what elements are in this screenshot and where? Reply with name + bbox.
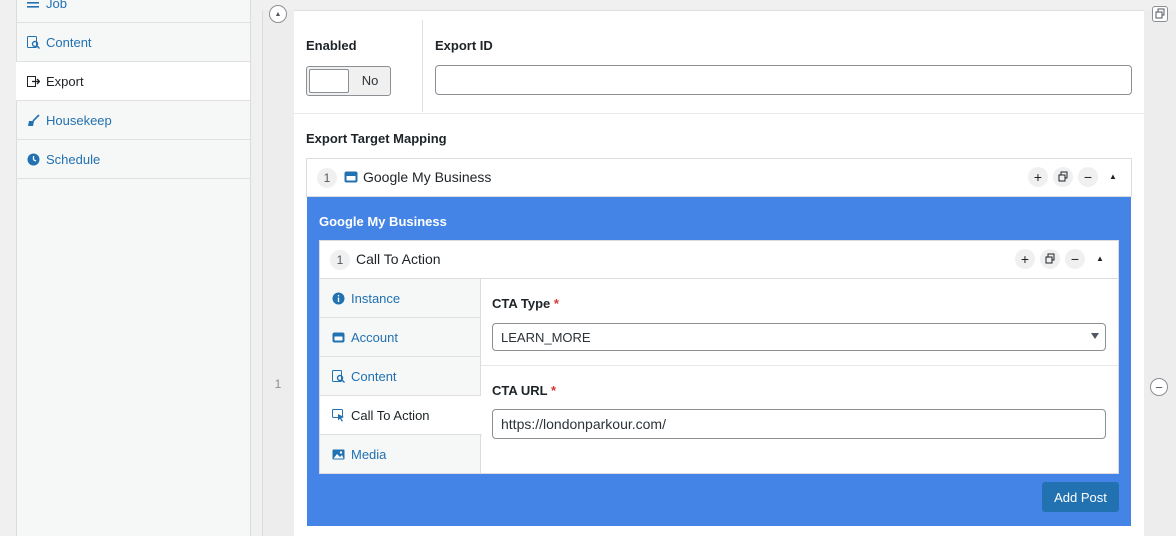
duplicate-target-button[interactable] [1053, 167, 1073, 187]
nav-item-schedule[interactable]: Schedule [16, 140, 250, 179]
target-title: Google My Business [363, 169, 492, 185]
account-card-icon [344, 170, 358, 184]
duplicate-icon [1155, 8, 1165, 19]
tab-call-to-action[interactable]: Call To Action [320, 396, 482, 435]
nav-item-job[interactable]: Job [16, 0, 250, 23]
enabled-toggle[interactable]: No [306, 66, 391, 96]
cta-url-label-text: CTA URL [492, 383, 548, 398]
duplicate-row-button[interactable] [1152, 6, 1168, 22]
remove-target-button[interactable]: − [1078, 167, 1098, 187]
account-card-icon [332, 331, 345, 344]
row-index: 1 [274, 377, 282, 391]
export-icon [26, 74, 40, 88]
cta-type-value: LEARN_MORE [501, 329, 591, 345]
cta-type-select[interactable]: LEARN_MORE [492, 323, 1106, 351]
tab-label: Content [351, 368, 397, 384]
collapse-target-button[interactable]: ▲ [1103, 167, 1123, 187]
search-doc-icon [26, 35, 40, 49]
export-id-label: Export ID [435, 38, 493, 53]
cta-title: Call To Action [356, 251, 441, 267]
cta-type-label-text: CTA Type [492, 296, 551, 311]
mapping-label: Export Target Mapping [306, 131, 447, 146]
nav-item-label: Housekeep [46, 112, 112, 128]
minus-icon: − [1155, 379, 1163, 395]
field-divider [481, 365, 1118, 366]
nav-item-label: Schedule [46, 151, 101, 167]
broom-icon [26, 113, 40, 127]
duplicate-cta-button[interactable] [1040, 249, 1060, 269]
tab-instance[interactable]: Instance [320, 279, 481, 318]
tab-media[interactable]: Media [320, 435, 481, 474]
export-id-input[interactable] [435, 65, 1132, 95]
search-doc-icon [332, 369, 345, 383]
nav-item-label: Export [46, 73, 84, 89]
cta-url-label: CTA URL * [492, 383, 556, 398]
nav-item-label: Job [46, 0, 67, 11]
clock-icon [26, 152, 40, 166]
duplicate-icon [1058, 171, 1068, 182]
required-mark: * [551, 383, 557, 398]
caret-up-icon: ▲ [274, 10, 282, 18]
right-controls-bar [1144, 10, 1176, 536]
tab-label: Instance [351, 290, 401, 306]
nav-item-export[interactable]: Export [16, 62, 250, 101]
minus-icon: − [1083, 169, 1093, 185]
collapse-row-button[interactable]: ▲ [269, 5, 287, 23]
tab-label: Account [351, 329, 398, 345]
tab-label: Call To Action [351, 407, 430, 423]
enabled-label: Enabled [306, 38, 357, 53]
cta-type-label: CTA Type * [492, 296, 559, 311]
section-divider [294, 113, 1144, 114]
toggle-text: No [361, 73, 379, 88]
dropdown-arrow-icon [1091, 333, 1099, 339]
required-mark: * [553, 296, 559, 311]
add-cta-button[interactable]: + [1015, 249, 1035, 269]
nav-item-housekeep[interactable]: Housekeep [16, 101, 250, 140]
outer-repeater-strip [262, 10, 294, 536]
caret-up-icon: ▲ [1096, 254, 1104, 263]
tab-content[interactable]: Content [320, 357, 481, 396]
toggle-knob [309, 69, 349, 93]
cta-url-input[interactable]: https://londonparkour.com/ [492, 409, 1106, 439]
image-icon [332, 448, 345, 461]
duplicate-icon [1045, 253, 1055, 264]
column-divider [422, 20, 423, 112]
plus-icon: + [1020, 251, 1030, 267]
add-post-button[interactable]: Add Post [1042, 482, 1119, 512]
remove-cta-button[interactable]: − [1065, 249, 1085, 269]
list-icon [26, 0, 40, 10]
tab-label: Media [351, 447, 387, 462]
nav-item-label: Content [46, 34, 92, 50]
caret-up-icon: ▲ [1109, 172, 1117, 181]
cursor-click-icon [332, 408, 345, 422]
info-icon [332, 292, 345, 305]
target-index: 1 [317, 168, 337, 188]
tab-account[interactable]: Account [320, 318, 481, 357]
nav-item-content[interactable]: Content [16, 23, 250, 62]
minus-icon: − [1070, 251, 1080, 267]
panel-title: Google My Business [319, 214, 447, 229]
cta-index: 1 [330, 250, 350, 270]
add-target-button[interactable]: + [1028, 167, 1048, 187]
collapse-cta-button[interactable]: ▲ [1090, 249, 1110, 269]
plus-icon: + [1033, 169, 1043, 185]
remove-row-button[interactable]: − [1150, 378, 1168, 396]
